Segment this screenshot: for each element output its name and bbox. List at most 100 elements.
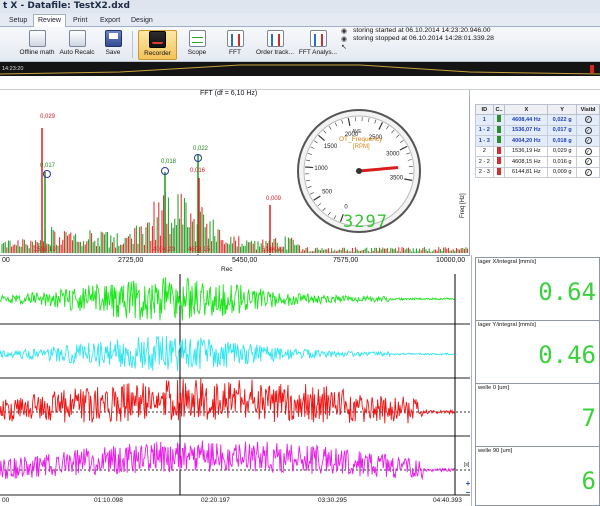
checkmark-icon[interactable]: ✓	[584, 126, 592, 134]
digital-display: welle 0 [um] 7	[475, 383, 600, 447]
table-row[interactable]: 2 - 2 4608,15 Hz 0,016 g ✓	[475, 156, 600, 168]
panel-splitter[interactable]	[0, 76, 600, 90]
recalc-icon	[68, 30, 86, 47]
cell-y: 0,018 g	[547, 135, 578, 147]
fft-x-tick: 10000,00	[436, 257, 466, 264]
fft-cursor-icon[interactable]	[194, 154, 202, 162]
offline-math-button[interactable]: Offline math	[17, 30, 57, 60]
overview-end-marker[interactable]	[590, 65, 594, 73]
fft-x-tick: 2725,00	[118, 257, 144, 264]
recorder-label: Recorder	[144, 50, 171, 57]
recorder-time-axis: 00 01:10.098 02:20.197 03:30.295 04:40.3…	[0, 495, 470, 506]
overview-strip[interactable]: 14:23:20	[0, 62, 600, 76]
order-track-label: Order track...	[256, 49, 294, 56]
tab-export[interactable]: Export	[96, 15, 124, 27]
cell-x: 1536,07 Hz	[504, 124, 549, 136]
column-header-color[interactable]: C..	[492, 104, 506, 115]
title-bar: t X - Datafile: TestX2.dxd	[0, 0, 600, 13]
checkmark-icon[interactable]: ✓	[584, 147, 592, 155]
display-value: 0.46	[538, 341, 596, 369]
gauge-tick-label: 1000	[314, 166, 328, 172]
table-row[interactable]: 1 - 2 1536,07 Hz 0,017 g ✓	[475, 124, 600, 136]
fft-cursor-icon[interactable]	[43, 170, 51, 178]
gauge-tick-label: 3000	[386, 152, 400, 158]
offline-math-label: Offline math	[19, 49, 55, 56]
time-tick: 03:30.295	[318, 497, 347, 504]
tab-review[interactable]: Review	[33, 14, 66, 28]
column-header-visible[interactable]: Visibl	[576, 104, 600, 115]
color-swatch	[497, 125, 502, 133]
recorder-title: Rec	[221, 266, 233, 273]
auto-recalc-button[interactable]: Auto Recalc	[59, 30, 95, 60]
cell-visible[interactable]: ✓	[576, 124, 600, 136]
display-value: 0.64	[538, 278, 596, 306]
fft-label: FFT	[229, 49, 241, 56]
window-title: t X - Datafile: TestX2.dxd	[3, 1, 130, 11]
gauge-channel-label: OT_Frequency	[339, 136, 383, 143]
log-icons: ◉ ◉ ↖	[341, 28, 351, 60]
tab-setup[interactable]: Setup	[5, 15, 31, 27]
cell-visible[interactable]: ✓	[576, 135, 600, 147]
table-row[interactable]: 1 4608,44 Hz 0,022 g ✓	[475, 114, 600, 126]
color-swatch	[497, 167, 502, 175]
fft-analysis-button[interactable]: FFT Analys...	[297, 30, 339, 60]
overview-trace	[0, 64, 600, 75]
fft-icon	[226, 30, 244, 47]
checkmark-icon[interactable]: ✓	[584, 116, 592, 124]
display-label: welle 0 [um]	[478, 385, 509, 391]
gauge-ave-label: AVE	[352, 129, 362, 135]
cell-y: 0,029 g	[547, 145, 578, 157]
cell-visible[interactable]: ✓	[576, 114, 600, 126]
order-track-icon	[266, 30, 284, 47]
cell-color	[492, 156, 506, 168]
checkmark-icon[interactable]: ✓	[584, 168, 592, 176]
cursor-table: ID C.. X Y Visibl 1 4608,44 Hz 0,022 g ✓…	[475, 104, 600, 178]
fft-marker-freq: 1536,19	[34, 247, 56, 253]
fft-marker-label: 0,029	[40, 114, 56, 120]
display-label: lager Y/integral [mm/s]	[478, 322, 536, 328]
tab-print[interactable]: Print	[69, 15, 91, 27]
cell-y: 0,009 g	[547, 166, 578, 178]
color-swatch	[497, 136, 502, 144]
table-row[interactable]: 2 - 3 6144,81 Hz 0,009 g ✓	[475, 166, 600, 178]
fft-cursor-icon[interactable]	[161, 167, 169, 175]
recorder-trace	[0, 440, 455, 481]
fft-marker-label: 0,016	[190, 168, 206, 174]
log-line-start: storing started at 06.10.2014 14:23:20.9…	[353, 27, 491, 34]
column-header-x[interactable]: X	[504, 104, 549, 115]
cursor-icon[interactable]: ↖	[341, 44, 351, 52]
cell-visible[interactable]: ✓	[576, 166, 600, 178]
scope-label: Scope	[187, 49, 207, 56]
digital-display: welle 90 [um] 6	[475, 446, 600, 506]
gauge-digital-readout: 3297	[343, 212, 388, 232]
display-value: 7	[581, 404, 596, 432]
fft-marker-freq: 4004,20	[153, 247, 175, 253]
color-swatch	[497, 146, 502, 154]
gauge-tick-label: 3500	[390, 176, 404, 182]
column-header-y[interactable]: Y	[547, 104, 578, 115]
checkmark-icon[interactable]: ✓	[584, 137, 592, 145]
scope-button[interactable]: Scope	[183, 30, 211, 60]
cell-color	[492, 145, 506, 157]
fft-x-tick: 5450,00	[232, 257, 258, 264]
color-swatch	[497, 115, 502, 123]
tab-design[interactable]: Design	[127, 15, 157, 27]
save-button[interactable]: Save	[101, 30, 125, 60]
table-row[interactable]: 2 1536,19 Hz 0,029 g ✓	[475, 145, 600, 157]
checkmark-icon[interactable]: ✓	[584, 158, 592, 166]
log-line-stop: storing stopped at 06.10.2014 14:28:01.3…	[353, 35, 494, 42]
storing-log: storing started at 06.10.2014 14:23:20.9…	[353, 27, 600, 53]
cell-visible[interactable]: ✓	[576, 156, 600, 168]
cell-visible[interactable]: ✓	[576, 145, 600, 157]
recorder-trace	[0, 277, 455, 321]
column-header-id[interactable]: ID	[475, 104, 494, 115]
cell-id: 2	[475, 145, 494, 157]
cell-y: 0,016 g	[547, 156, 578, 168]
fft-button[interactable]: FFT	[225, 30, 245, 60]
recorder-button[interactable]: Recorder	[138, 30, 177, 60]
ribbon-tabs: Setup Review Print Export Design	[0, 13, 600, 28]
table-row[interactable]: 1 - 3 4004,20 Hz 0,018 g ✓	[475, 135, 600, 147]
display-label: welle 90 [um]	[478, 448, 513, 454]
cell-color	[492, 166, 506, 178]
order-track-button[interactable]: Order track...	[255, 30, 295, 60]
